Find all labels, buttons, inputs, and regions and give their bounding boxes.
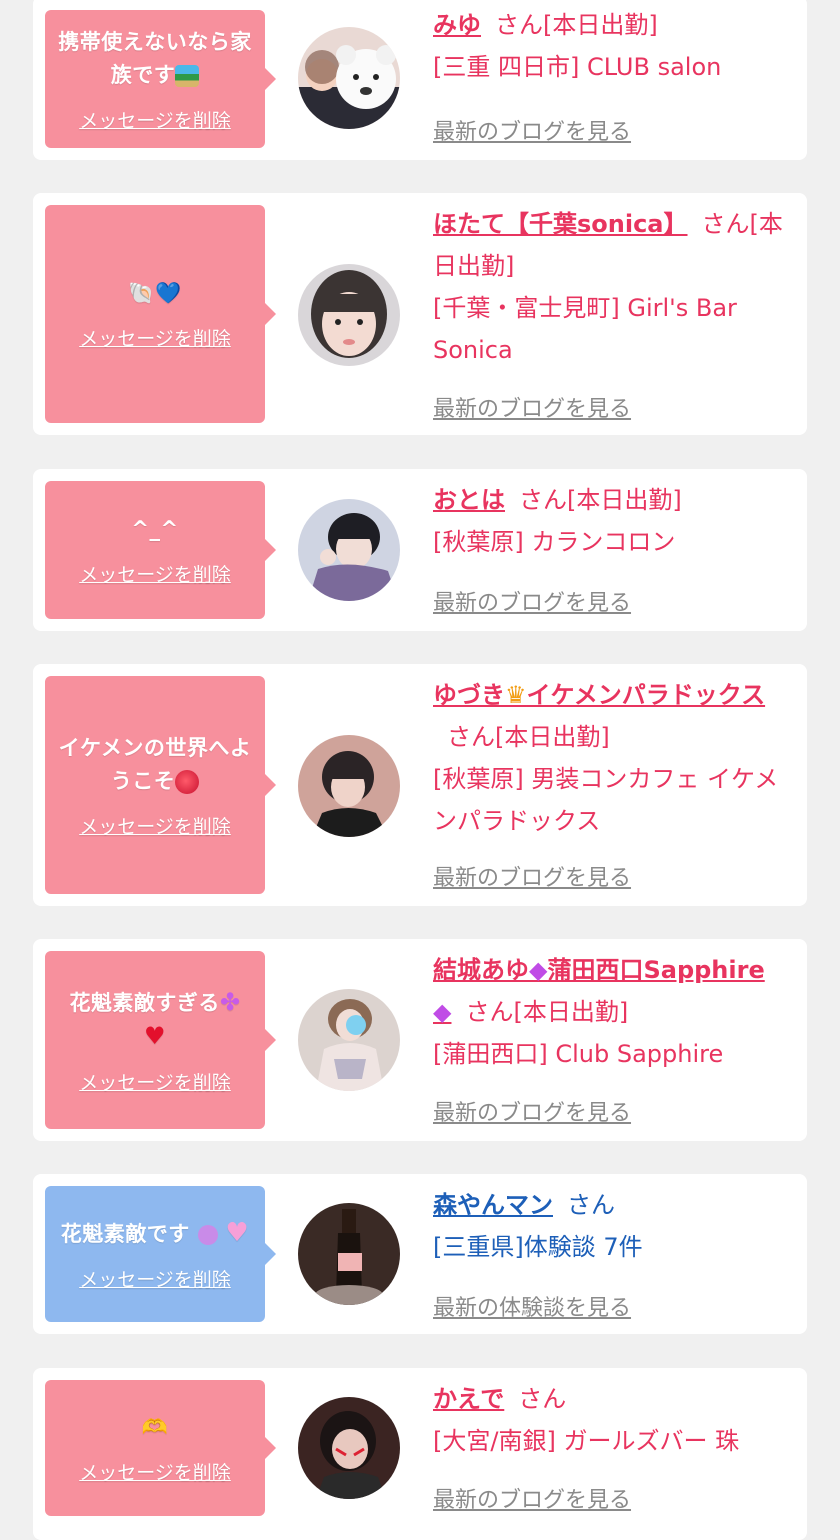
message-text: 花魁素敵です (60, 1221, 190, 1246)
cast-status: さん (567, 1191, 615, 1219)
avatar[interactable] (298, 264, 400, 366)
latest-blog-link[interactable]: 最新のブログを見る (433, 391, 631, 423)
cast-location: [三重 四日市] CLUB salon (433, 53, 722, 81)
message-text: 🫶 (141, 1415, 169, 1439)
message-card: 花魁素敵です ♥ メッセージを削除 森やんマン さん [三重県]体験談 7件 最新… (33, 1174, 807, 1334)
message-card: 花魁素敵すぎる✤ ♥ メッセージを削除 結城あゆ◆蒲田西口Sapphire ◆ さん[… (33, 939, 807, 1141)
cast-name-link[interactable]: みゆ (433, 11, 481, 39)
cast-status: さん[本日出勤] (519, 486, 682, 514)
cast-location: [千葉・富士見町] Girl's Bar Sonica (433, 294, 737, 364)
latest-blog-link[interactable]: 最新のブログを見る (433, 1095, 631, 1127)
message-text: 携帯使えないなら家族です (58, 29, 252, 87)
avatar[interactable] (298, 499, 400, 601)
cast-info: 森やんマン さん [三重県]体験談 7件 (433, 1184, 795, 1268)
message-text: 花魁素敵すぎる (69, 990, 220, 1015)
delete-message-link[interactable]: メッセージを削除 (79, 560, 231, 587)
cast-name-link[interactable]: かえで (433, 1385, 504, 1413)
message-card: ^_^ メッセージを削除 おとは さん[本日出勤] [秋葉原] カランコロン 最新… (33, 469, 807, 631)
pink-heart-icon: ♥ (225, 1217, 250, 1248)
smile-icon (197, 1224, 218, 1245)
latest-blog-link[interactable]: 最新のブログを見る (433, 1482, 631, 1514)
delete-message-link[interactable]: メッセージを削除 (79, 324, 231, 351)
message-bubble: イケメンの世界へようこそ メッセージを削除 (45, 676, 276, 894)
cast-info: おとは さん[本日出勤] [秋葉原] カランコロン (433, 479, 795, 563)
message-text: 🐚💙 (128, 281, 182, 305)
message-bubble: ^_^ メッセージを削除 (45, 481, 276, 619)
message-card: 携帯使えないなら家族です メッセージを削除 みゆ さん[本日出勤] [三重 四日市… (33, 0, 807, 160)
cast-name-link[interactable]: おとは (433, 486, 505, 514)
avatar[interactable] (298, 1203, 400, 1305)
cast-location: [蒲田西口] Club Sapphire (433, 1040, 724, 1068)
gem-icon: ◆ (529, 956, 548, 984)
avatar[interactable] (298, 27, 400, 129)
cast-info: みゆ さん[本日出勤] [三重 四日市] CLUB salon (433, 4, 795, 88)
message-bubble: 携帯使えないなら家族です メッセージを削除 (45, 10, 276, 148)
cast-location: [秋葉原] カランコロン (433, 528, 676, 556)
clover-icon: ✤ (219, 987, 241, 1016)
cast-status: さん[本日出勤] (447, 723, 610, 751)
gem-icon: ◆ (433, 998, 452, 1026)
cast-location: [大宮/南銀] ガールズバー 珠 (433, 1427, 740, 1455)
delete-message-link[interactable]: メッセージを削除 (79, 1068, 231, 1095)
message-text: ^_^ (131, 517, 179, 541)
beach-island-icon (175, 64, 200, 87)
cast-status: さん[本日出勤] (495, 11, 658, 39)
avatar[interactable] (298, 989, 400, 1091)
cast-location: [秋葉原] 男装コンカフェ イケメンパラドックス (433, 765, 779, 835)
cast-location: [三重県]体験談 7件 (433, 1233, 643, 1261)
message-card: イケメンの世界へようこそ メッセージを削除 ゆづき♛イケメンパラドックスさん[本… (33, 664, 807, 906)
message-bubble: 花魁素敵です ♥ メッセージを削除 (45, 1186, 276, 1322)
cast-status: さん[本日出勤] (465, 998, 629, 1026)
delete-message-link[interactable]: メッセージを削除 (79, 106, 231, 133)
message-bubble: 🐚💙 メッセージを削除 (45, 205, 276, 423)
message-bubble: 花魁素敵すぎる✤ ♥ メッセージを削除 (45, 951, 276, 1129)
cast-info: ほたて【千葉sonica】 さん[本日出勤] [千葉・富士見町] Girl's B… (433, 203, 795, 371)
crown-icon: ♛ (505, 681, 527, 709)
delete-message-link[interactable]: メッセージを削除 (79, 812, 231, 839)
latest-blog-link[interactable]: 最新のブログを見る (433, 114, 631, 146)
delete-message-link[interactable]: メッセージを削除 (79, 1458, 231, 1485)
latest-review-link[interactable]: 最新の体験談を見る (433, 1290, 631, 1322)
message-card: 🫶 メッセージを削除 かえで さん [大宮/南銀] ガールズバー 珠 最新のブログ… (33, 1368, 807, 1540)
rose-icon (175, 769, 200, 794)
message-text: イケメンの世界へようこそ (58, 735, 252, 793)
cast-info: ゆづき♛イケメンパラドックスさん[本日出勤] [秋葉原] 男装コンカフェ イケメ… (433, 674, 795, 842)
cast-info: 結城あゆ◆蒲田西口Sapphire ◆ さん[本日出勤] [蒲田西口] Club S… (433, 949, 795, 1075)
cast-name-link[interactable]: ほたて【千葉sonica】 (433, 210, 688, 238)
cast-name-link[interactable]: 森やんマン (433, 1191, 553, 1219)
delete-message-link[interactable]: メッセージを削除 (79, 1265, 231, 1292)
latest-blog-link[interactable]: 最新のブログを見る (433, 860, 631, 892)
cast-status: さん (518, 1385, 567, 1413)
avatar[interactable] (298, 1397, 400, 1499)
heart-icon: ♥ (143, 1021, 166, 1050)
latest-blog-link[interactable]: 最新のブログを見る (433, 585, 631, 617)
cast-name-link[interactable]: ゆづき♛イケメンパラドックス (433, 681, 765, 709)
cast-info: かえで さん [大宮/南銀] ガールズバー 珠 (433, 1378, 795, 1462)
message-bubble: 🫶 メッセージを削除 (45, 1380, 276, 1516)
message-card: 🐚💙 メッセージを削除 ほたて【千葉sonica】 さん[本日出勤] [千葉・富士… (33, 193, 807, 435)
avatar[interactable] (298, 735, 400, 837)
